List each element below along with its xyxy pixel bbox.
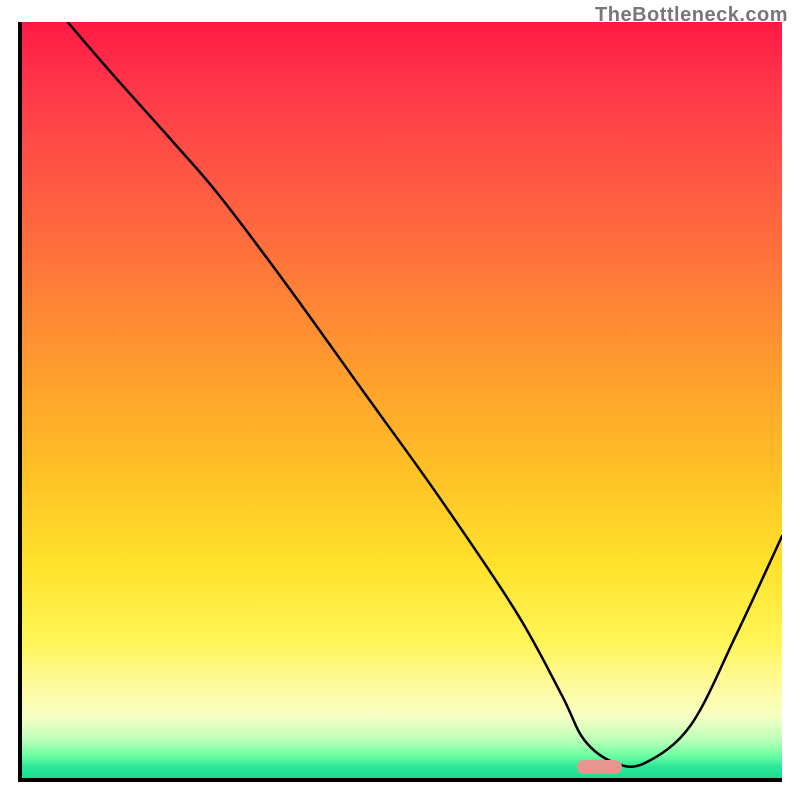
curve-path [68, 22, 782, 767]
plot-area [18, 22, 782, 782]
chart-container: TheBottleneck.com [0, 0, 800, 800]
optimum-marker [577, 760, 623, 774]
bottleneck-curve [22, 22, 782, 778]
